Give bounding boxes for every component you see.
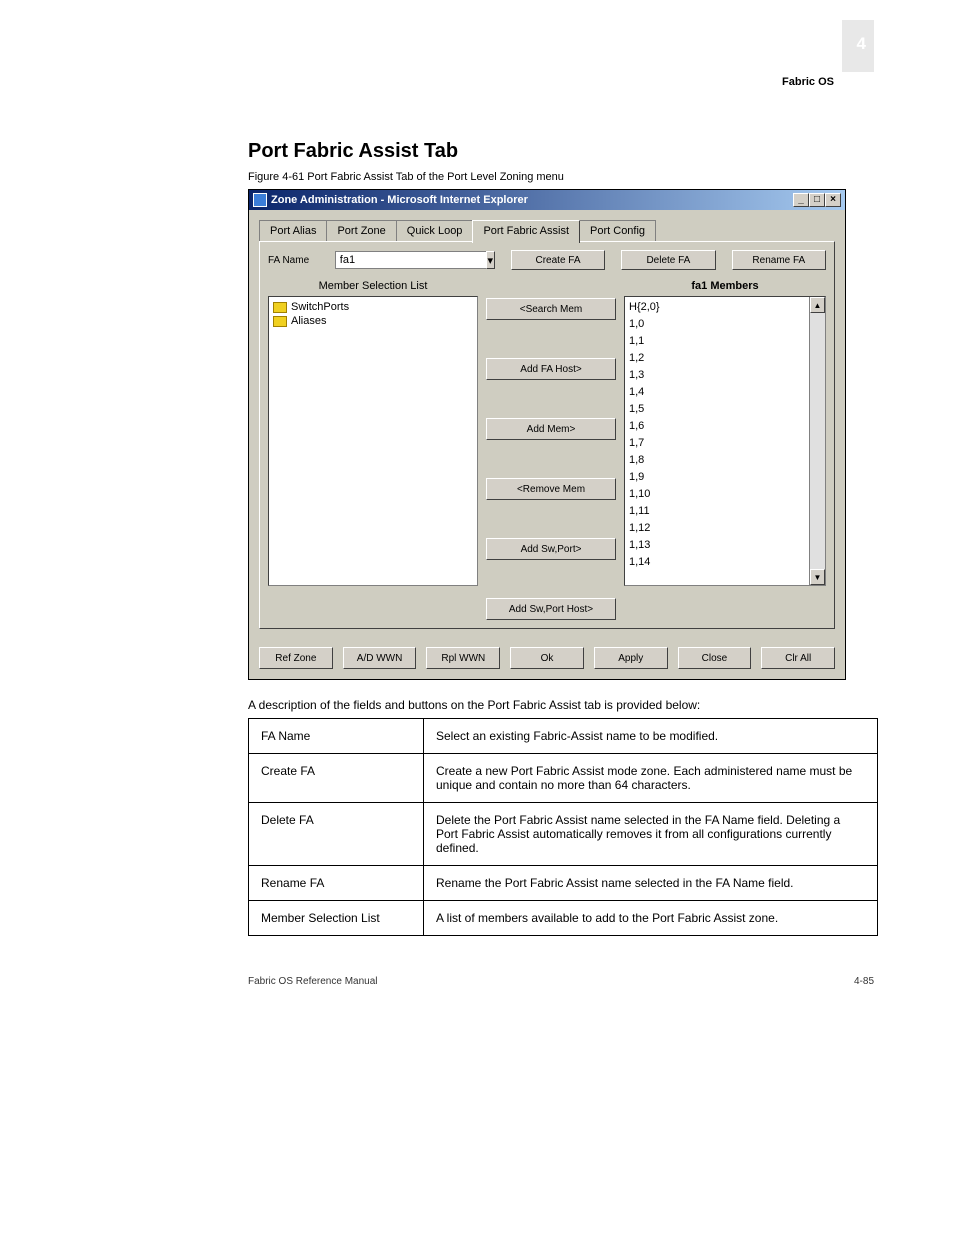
rpl-wwn-button[interactable]: Rpl WWN [426,647,500,669]
close-window-button[interactable]: × [825,193,841,207]
add-mem-button[interactable]: Add Mem> [486,418,616,440]
list-item[interactable]: 1,6 [629,418,805,435]
list-item[interactable]: 1,12 [629,520,805,537]
member-selection-label: Member Selection List [268,280,478,292]
zone-admin-window: Zone Administration - Microsoft Internet… [248,189,846,680]
doc-title: Fabric OS [782,76,834,88]
delete-fa-button[interactable]: Delete FA [621,250,715,270]
scrollbar[interactable]: ▲ ▼ [809,297,825,585]
table-row: Delete FA Delete the Port Fabric Assist … [249,803,878,866]
fa-name-combo[interactable]: ▾ [335,251,495,269]
member-selection-list[interactable]: SwitchPorts Aliases [268,296,478,586]
chevron-down-icon: ▾ [488,254,494,267]
list-item[interactable]: 1,13 [629,537,805,554]
list-item[interactable]: 1,4 [629,384,805,401]
tab-quick-loop[interactable]: Quick Loop [396,220,474,241]
table-cell-field: Delete FA [249,803,424,866]
maximize-icon: □ [814,195,820,205]
description-intro: A description of the fields and buttons … [248,698,874,712]
list-item[interactable]: 1,10 [629,486,805,503]
table-cell-desc: Create a new Port Fabric Assist mode zon… [424,754,878,803]
bottom-button-row: Ref Zone A/D WWN Rpl WWN Ok Apply Close … [249,635,845,679]
folder-icon [273,302,287,313]
action-button-column: <Search Mem Add FA Host> Add Mem> <Remov… [486,280,616,620]
table-cell-desc: Delete the Port Fabric Assist name selec… [424,803,878,866]
list-item[interactable]: 1,2 [629,350,805,367]
chapter-number: 4 [857,34,866,54]
table-row: FA Name Select an existing Fabric-Assist… [249,719,878,754]
table-cell-field: Member Selection List [249,901,424,936]
list-item[interactable]: 1,3 [629,367,805,384]
table-cell-desc: Select an existing Fabric-Assist name to… [424,719,878,754]
page-title: Port Fabric Assist Tab [248,140,874,163]
fa-name-dropdown[interactable]: ▾ [486,251,495,269]
ie-icon [253,193,267,207]
tree-item-aliases[interactable]: Aliases [273,315,473,327]
scroll-track[interactable] [810,313,825,569]
table-row: Member Selection List A list of members … [249,901,878,936]
footer-doc-name: Fabric OS Reference Manual [248,976,378,987]
minimize-icon: _ [798,195,804,205]
create-fa-button[interactable]: Create FA [511,250,605,270]
table-row: Create FA Create a new Port Fabric Assis… [249,754,878,803]
ad-wwn-button[interactable]: A/D WWN [343,647,417,669]
close-icon: × [830,195,836,205]
list-item[interactable]: 1,7 [629,435,805,452]
tree-item-label: Aliases [291,315,326,327]
table-cell-desc: A list of members available to add to th… [424,901,878,936]
fa-name-input[interactable] [335,251,486,269]
figure-caption: Figure 4-61 Port Fabric Assist Tab of th… [248,171,874,183]
table-cell-field: FA Name [249,719,424,754]
fa-name-label: FA Name [268,255,329,266]
ref-zone-button[interactable]: Ref Zone [259,647,333,669]
window-title: Zone Administration - Microsoft Internet… [271,194,793,206]
add-fa-host-button[interactable]: Add FA Host> [486,358,616,380]
tab-port-config[interactable]: Port Config [579,220,656,241]
table-cell-field: Create FA [249,754,424,803]
field-description-table: FA Name Select an existing Fabric-Assist… [248,718,878,936]
apply-button[interactable]: Apply [594,647,668,669]
folder-icon [273,316,287,327]
tab-port-fabric-assist[interactable]: Port Fabric Assist [472,220,580,243]
tab-panel: FA Name ▾ Create FA Delete FA Rename FA … [259,241,835,629]
search-mem-button[interactable]: <Search Mem [486,298,616,320]
list-item[interactable]: H{2,0} [629,299,805,316]
footer-page-number: 4-85 [854,976,874,987]
remove-mem-button[interactable]: <Remove Mem [486,478,616,500]
list-item[interactable]: 1,5 [629,401,805,418]
maximize-button[interactable]: □ [809,193,825,207]
members-list[interactable]: H{2,0} 1,0 1,1 1,2 1,3 1,4 1,5 1,6 1,7 [624,296,826,586]
close-button[interactable]: Close [678,647,752,669]
ok-button[interactable]: Ok [510,647,584,669]
table-row: Rename FA Rename the Port Fabric Assist … [249,866,878,901]
table-cell-desc: Rename the Port Fabric Assist name selec… [424,866,878,901]
list-item[interactable]: 1,1 [629,333,805,350]
list-item[interactable]: 1,9 [629,469,805,486]
scroll-up-button[interactable]: ▲ [810,297,825,313]
tab-port-alias[interactable]: Port Alias [259,220,327,241]
tree-item-switchports[interactable]: SwitchPorts [273,301,473,313]
list-item[interactable]: 1,11 [629,503,805,520]
page-footer: Fabric OS Reference Manual 4-85 [248,976,874,987]
scroll-down-button[interactable]: ▼ [810,569,825,585]
rename-fa-button[interactable]: Rename FA [732,250,826,270]
add-swport-host-button[interactable]: Add Sw,Port Host> [486,598,616,620]
tab-port-zone[interactable]: Port Zone [326,220,396,241]
tab-bar: Port Alias Port Zone Quick Loop Port Fab… [259,220,835,241]
list-item[interactable]: 1,14 [629,554,805,571]
add-swport-button[interactable]: Add Sw,Port> [486,538,616,560]
titlebar: Zone Administration - Microsoft Internet… [249,190,845,210]
table-cell-field: Rename FA [249,866,424,901]
clr-all-button[interactable]: Clr All [761,647,835,669]
tree-item-label: SwitchPorts [291,301,349,313]
members-label: fa1 Members [624,280,826,292]
list-item[interactable]: 1,8 [629,452,805,469]
minimize-button[interactable]: _ [793,193,809,207]
list-item[interactable]: 1,0 [629,316,805,333]
